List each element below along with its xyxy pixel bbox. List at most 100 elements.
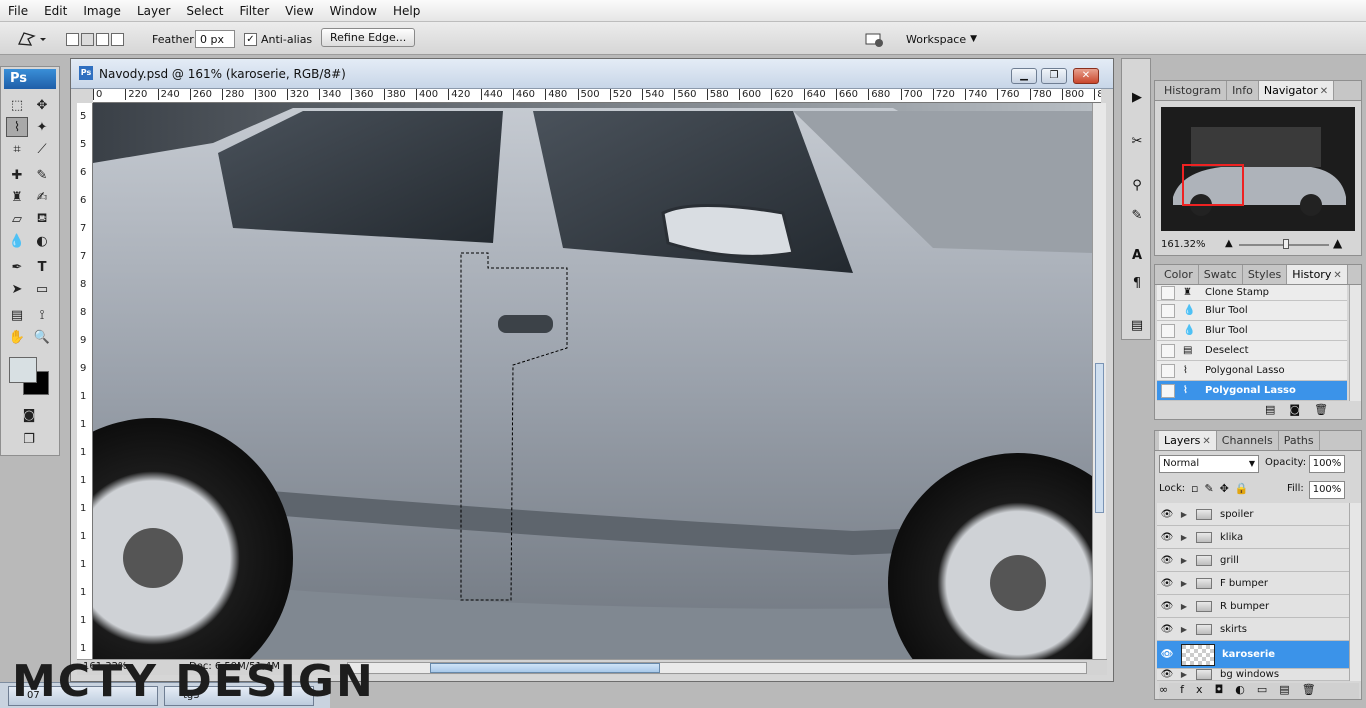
layer-row[interactable]: 👁 ▶ R bumper	[1157, 595, 1349, 618]
history-brush-icon[interactable]: ✍	[31, 187, 53, 207]
snapshot-checkbox[interactable]	[1161, 383, 1175, 398]
notes-tool-icon[interactable]: ▤	[6, 305, 28, 325]
close-icon[interactable]: ✕	[1333, 270, 1341, 281]
image-canvas[interactable]	[93, 103, 1092, 659]
expand-arrow-icon[interactable]: ▶	[1178, 670, 1190, 679]
expand-arrow-icon[interactable]: ▶	[1178, 625, 1190, 634]
character-icon[interactable]: A	[1127, 245, 1147, 265]
fx-icon[interactable]: fx	[1180, 683, 1214, 696]
navigator-zoom[interactable]: 161.32%	[1161, 239, 1206, 250]
tab-swatches[interactable]: Swatc	[1199, 265, 1243, 284]
visibility-eye-icon[interactable]: 👁	[1159, 669, 1175, 680]
tool-preset-picker[interactable]	[16, 30, 46, 48]
history-item[interactable]: ⌇ Polygonal Lasso	[1157, 361, 1347, 381]
eyedropper-icon[interactable]: ⟟	[31, 305, 53, 325]
mask-icon[interactable]: ◘	[1215, 683, 1236, 696]
zoom-slider-handle[interactable]	[1283, 239, 1289, 249]
expand-arrow-icon[interactable]: ▶	[1178, 510, 1190, 519]
notes-icon[interactable]: ▤	[1127, 315, 1147, 335]
history-scrollbar[interactable]	[1349, 285, 1361, 401]
snapshot-checkbox[interactable]	[1161, 285, 1175, 300]
brush-tool-icon[interactable]: ✎	[31, 165, 53, 185]
fill-input[interactable]: 100%	[1309, 481, 1345, 499]
menu-help[interactable]: Help	[385, 0, 428, 22]
add-selection-icon[interactable]	[81, 32, 94, 46]
lasso-tool-icon[interactable]: ⌇	[6, 117, 28, 137]
trash-icon[interactable]: 🗑	[1302, 683, 1328, 696]
visibility-eye-icon[interactable]: 👁	[1159, 509, 1175, 520]
tab-info[interactable]: Info	[1227, 81, 1259, 100]
tool-presets-icon[interactable]: ✂	[1127, 131, 1147, 151]
horizontal-scroll-thumb[interactable]	[430, 663, 660, 673]
tab-color[interactable]: Color	[1159, 265, 1199, 284]
history-item-selected[interactable]: ⌇ Polygonal Lasso	[1157, 381, 1347, 401]
close-icon[interactable]: ✕	[1320, 86, 1328, 97]
menu-view[interactable]: View	[277, 0, 321, 22]
link-icon[interactable]: ∞	[1159, 683, 1180, 696]
camera-icon[interactable]: ◙	[1289, 403, 1314, 416]
intersect-selection-icon[interactable]	[111, 32, 124, 46]
zoom-in-icon[interactable]: ▲	[1333, 236, 1342, 250]
menu-edit[interactable]: Edit	[36, 0, 75, 22]
layer-row[interactable]: 👁 ▶ skirts	[1157, 618, 1349, 641]
lock-icons[interactable]: ▫✎✥🔒	[1191, 482, 1255, 495]
history-item[interactable]: ▤ Deselect	[1157, 341, 1347, 361]
bridge-icon[interactable]	[864, 30, 886, 48]
adjustment-icon[interactable]: ◐	[1235, 683, 1257, 696]
tab-paths[interactable]: Paths	[1279, 431, 1320, 450]
menu-layer[interactable]: Layer	[129, 0, 178, 22]
marquee-tool-icon[interactable]: ⬚	[6, 95, 28, 115]
layer-row[interactable]: 👁 ▶ grill	[1157, 549, 1349, 572]
menu-image[interactable]: Image	[75, 0, 129, 22]
tab-histogram[interactable]: Histogram	[1159, 81, 1228, 100]
new-document-icon[interactable]: ▤	[1265, 403, 1289, 416]
feather-input[interactable]: 0 px	[195, 30, 235, 48]
visibility-eye-icon[interactable]: 👁	[1159, 578, 1175, 589]
crop-tool-icon[interactable]: ⌗	[6, 139, 28, 159]
slice-tool-icon[interactable]: ⟋	[31, 139, 53, 159]
foreground-color-swatch-front[interactable]	[9, 357, 37, 383]
magic-wand-icon[interactable]: ✦	[31, 117, 53, 137]
snapshot-checkbox[interactable]	[1161, 363, 1175, 378]
expand-arrow-icon[interactable]: ▶	[1178, 602, 1190, 611]
history-item[interactable]: 💧 Blur Tool	[1157, 321, 1347, 341]
tab-channels[interactable]: Channels	[1217, 431, 1279, 450]
visibility-eye-icon[interactable]: 👁	[1159, 624, 1175, 635]
expand-arrow-icon[interactable]: ▶	[1178, 579, 1190, 588]
visibility-eye-icon[interactable]: 👁	[1159, 601, 1175, 612]
expand-arrow-icon[interactable]: ▶	[1178, 556, 1190, 565]
snapshot-checkbox[interactable]	[1161, 343, 1175, 358]
workspace-menu[interactable]: Workspace ▼	[906, 30, 977, 48]
clone-source-icon[interactable]: ⚲	[1127, 175, 1147, 195]
antialias-checkbox[interactable]: ✓ Anti-alias	[244, 30, 312, 48]
screen-mode-icon[interactable]: ❐	[18, 429, 40, 449]
document-title-bar[interactable]: Ps Navody.psd @ 161% (karoserie, RGB/8#)…	[71, 59, 1113, 89]
trash-icon[interactable]: 🗑	[1314, 403, 1342, 416]
menu-file[interactable]: File	[0, 0, 36, 22]
paint-bucket-icon[interactable]: ⛾	[31, 209, 53, 229]
brushes-icon[interactable]: ✎	[1127, 205, 1147, 225]
vertical-scrollbar[interactable]	[1092, 103, 1106, 659]
refine-edge-button[interactable]: Refine Edge...	[321, 28, 416, 47]
hand-tool-icon[interactable]: ✋	[6, 327, 28, 347]
type-tool-icon[interactable]: T	[31, 257, 53, 277]
eraser-tool-icon[interactable]: ▱	[6, 209, 28, 229]
menu-filter[interactable]: Filter	[231, 0, 277, 22]
layer-row-selected[interactable]: 👁 karoserie	[1157, 641, 1349, 669]
layer-row[interactable]: 👁 ▶ F bumper	[1157, 572, 1349, 595]
layer-row[interactable]: 👁 ▶ klika	[1157, 526, 1349, 549]
layer-row[interactable]: 👁 ▶ spoiler	[1157, 503, 1349, 526]
actions-icon[interactable]: ▶	[1127, 87, 1147, 107]
path-selection-icon[interactable]: ➤	[6, 279, 28, 299]
tab-styles[interactable]: Styles	[1243, 265, 1288, 284]
horizontal-scrollbar[interactable]	[347, 662, 1087, 674]
blur-tool-icon[interactable]: 💧	[6, 231, 28, 251]
minimize-button[interactable]: ▁	[1011, 68, 1037, 84]
zoom-out-icon[interactable]: ▲	[1225, 238, 1233, 249]
tab-layers[interactable]: Layers ✕	[1159, 431, 1217, 450]
menu-select[interactable]: Select	[178, 0, 231, 22]
clone-stamp-icon[interactable]: ♜	[6, 187, 28, 207]
zoom-tool-icon[interactable]: 🔍	[31, 327, 53, 347]
blend-mode-select[interactable]: Normal ▼	[1159, 455, 1259, 473]
move-tool-icon[interactable]: ✥	[31, 95, 53, 115]
